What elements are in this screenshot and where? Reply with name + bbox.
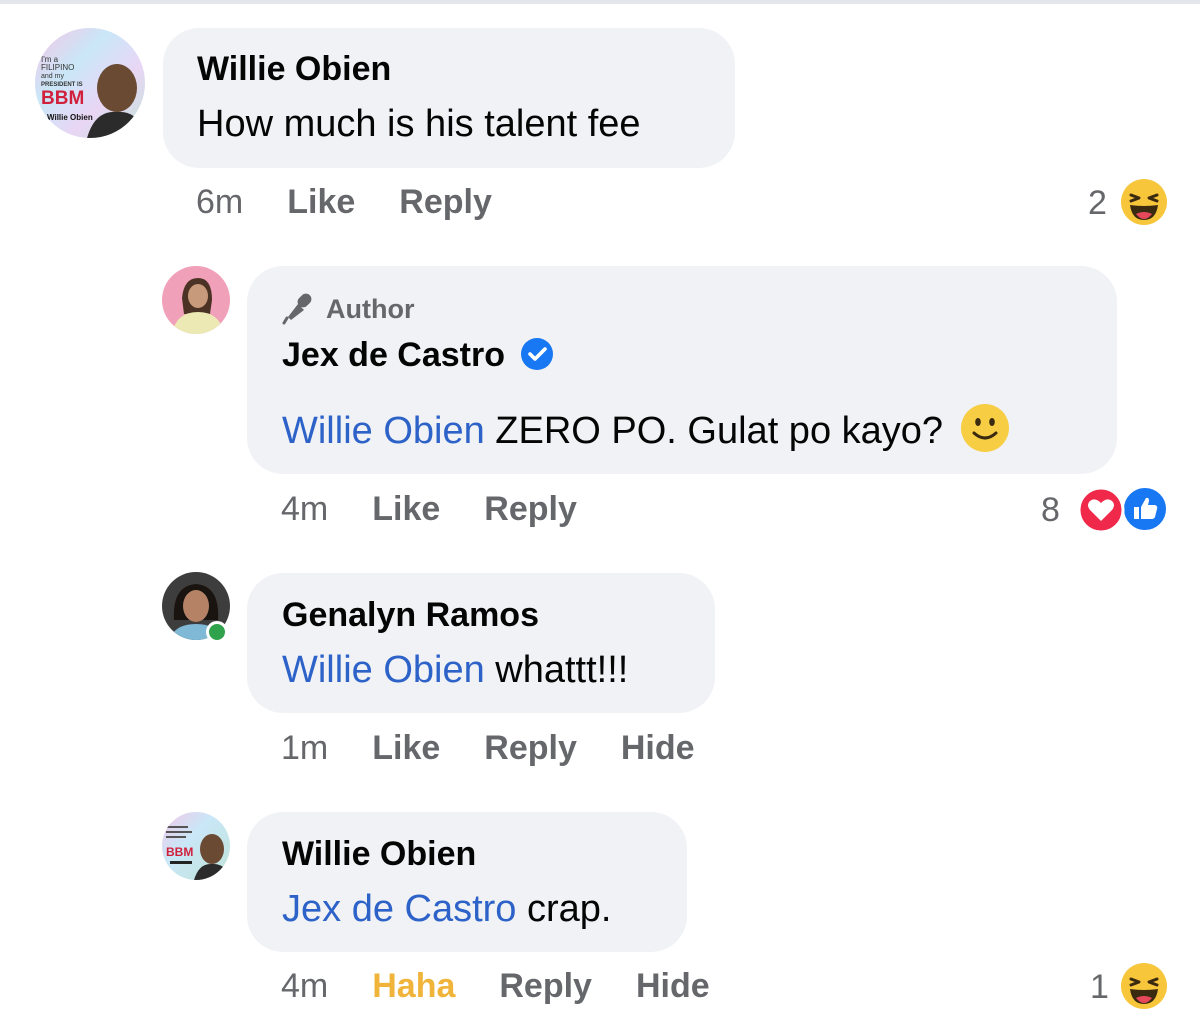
reaction-count[interactable]: 2 (1088, 184, 1107, 223)
comment-author[interactable]: Willie Obien (197, 50, 391, 89)
svg-text:and my: and my (41, 73, 64, 80)
reply-button[interactable]: Reply (399, 183, 492, 221)
comment-author[interactable]: Jex de Castro (282, 336, 554, 375)
comment-text: How much is his talent fee (197, 103, 641, 145)
comment-timestamp[interactable]: 4m (281, 490, 328, 528)
mention-link[interactable]: Jex de Castro (282, 888, 516, 930)
reaction-count[interactable]: 8 (1041, 491, 1060, 530)
like-icon[interactable] (1122, 486, 1168, 537)
svg-text:FILIPINO: FILIPINO (41, 63, 74, 72)
comment-body: crap. (516, 888, 612, 930)
comment-actions: 6m Like Reply (196, 183, 492, 222)
comment-body: whattt!!! (484, 649, 629, 691)
reply-button[interactable]: Reply (484, 490, 577, 528)
hide-button[interactable]: Hide (636, 967, 710, 1005)
comment-bubble (163, 28, 735, 168)
love-icon[interactable] (1077, 486, 1125, 539)
comment-timestamp[interactable]: 4m (281, 967, 328, 1005)
svg-text:BBM: BBM (166, 845, 193, 859)
like-button[interactable]: Like (372, 729, 440, 767)
mention-link[interactable]: Willie Obien (282, 649, 485, 691)
comment-timestamp[interactable]: 6m (196, 183, 243, 221)
reply-button[interactable]: Reply (484, 729, 577, 767)
comment-bubble (247, 573, 715, 713)
microphone-icon (282, 293, 312, 325)
avatar-willie-obien[interactable]: I'm a FILIPINO and my PRESIDENT IS BBM W… (35, 28, 145, 138)
avatar-jex-de-castro[interactable] (162, 266, 230, 334)
reaction-count[interactable]: 1 (1090, 968, 1109, 1007)
comment-bubble (247, 812, 687, 952)
comment-body: ZERO PO. Gulat po kayo? (484, 410, 944, 452)
comment-actions: 4m Haha Reply Hide (281, 967, 710, 1006)
comment-author[interactable]: Genalyn Ramos (282, 596, 539, 635)
comment-actions: 1m Like Reply Hide (281, 729, 695, 768)
svg-text:BBM: BBM (41, 88, 84, 109)
verified-badge-icon (521, 338, 554, 370)
comment-text: Jex de Castro crap. (282, 888, 612, 931)
comment-text: Willie Obien ZERO PO. Gulat po kayo? (282, 403, 1010, 453)
comment-author[interactable]: Willie Obien (282, 835, 476, 874)
comment-actions: 4m Like Reply (281, 490, 577, 529)
like-button[interactable]: Like (287, 183, 355, 221)
svg-text:Willie Obien: Willie Obien (47, 113, 93, 122)
comment-text: Willie Obien whattt!!! (282, 649, 628, 692)
avatar-willie-obien[interactable]: BBM (162, 812, 230, 880)
haha-icon[interactable] (1120, 178, 1168, 231)
hide-button[interactable]: Hide (621, 729, 695, 767)
comment-author-label[interactable]: Jex de Castro (282, 336, 505, 374)
slightly-smiling-face-icon (960, 404, 1009, 452)
mention-link[interactable]: Willie Obien (282, 410, 485, 452)
haha-reaction-button[interactable]: Haha (372, 967, 455, 1005)
online-status-indicator (206, 621, 228, 643)
author-badge: Author (282, 290, 414, 326)
comment-timestamp[interactable]: 1m (281, 729, 328, 767)
reply-button[interactable]: Reply (499, 967, 592, 1005)
like-button[interactable]: Like (372, 490, 440, 528)
top-divider (0, 0, 1200, 4)
author-badge-label: Author (326, 294, 415, 324)
haha-icon[interactable] (1120, 962, 1168, 1015)
